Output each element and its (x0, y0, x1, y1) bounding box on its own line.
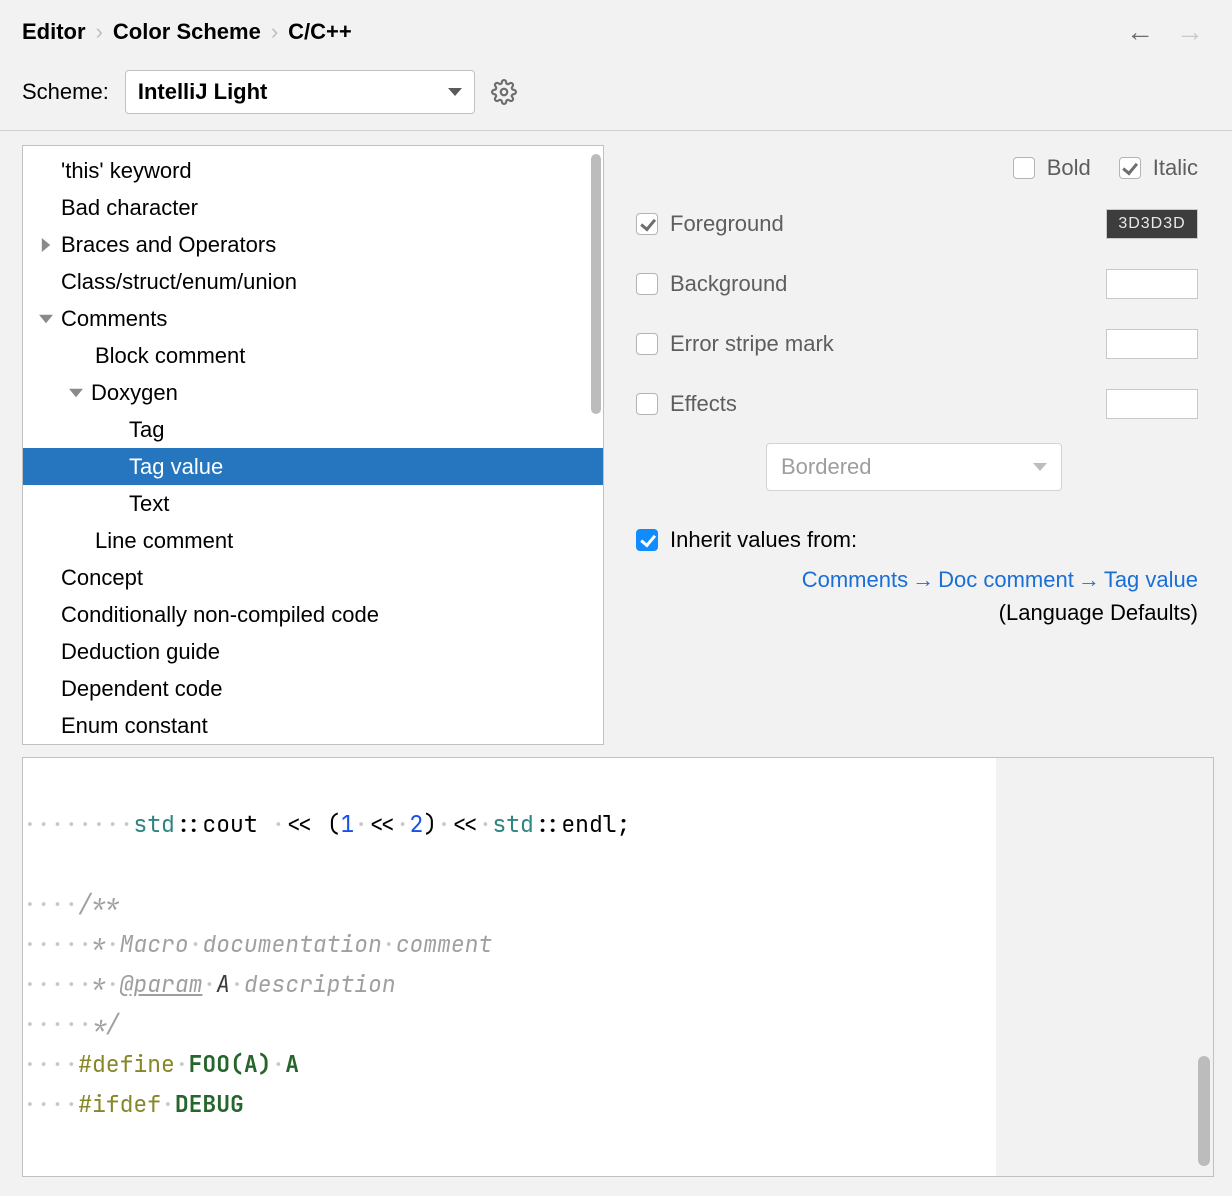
scheme-value: IntelliJ Light (138, 79, 268, 105)
tree-item-doxygen[interactable]: Doxygen (23, 374, 603, 411)
scheme-row: Scheme: IntelliJ Light (0, 56, 1232, 131)
scheme-label: Scheme: (22, 79, 109, 105)
error-stripe-swatch[interactable] (1106, 329, 1198, 359)
inherit-link-comments[interactable]: Comments (802, 567, 908, 592)
chevron-down-icon (31, 312, 61, 326)
error-stripe-checkbox[interactable] (636, 333, 658, 355)
effects-checkbox[interactable] (636, 393, 658, 415)
effects-label: Effects (670, 391, 737, 417)
tree-item-enum-constant[interactable]: Enum constant (23, 707, 603, 744)
chevron-down-icon (61, 386, 91, 400)
italic-label: Italic (1153, 155, 1198, 181)
tree-item-line-comment[interactable]: Line comment (23, 522, 603, 559)
tree-item-comments[interactable]: Comments (23, 300, 603, 337)
inherit-label: Inherit values from: (670, 527, 857, 553)
crumb-sep: › (96, 19, 103, 45)
bold-label: Bold (1047, 155, 1091, 181)
background-checkbox[interactable] (636, 273, 658, 295)
effects-value: Bordered (781, 454, 872, 480)
tree-item-conditional[interactable]: Conditionally non-compiled code (23, 596, 603, 633)
tree-item-text[interactable]: Text (23, 485, 603, 522)
bold-checkbox[interactable] (1013, 157, 1035, 179)
forward-arrow-icon: → (1170, 18, 1210, 46)
arrow-icon: → (1074, 567, 1104, 592)
scrollbar[interactable] (1198, 1056, 1210, 1166)
effects-select[interactable]: Bordered (766, 443, 1062, 491)
inherit-checkbox[interactable] (636, 529, 658, 551)
code-preview[interactable]: ········std::cout ·<< (1·<<·2)·<<·std::e… (22, 757, 996, 1177)
scheme-select[interactable]: IntelliJ Light (125, 70, 475, 114)
arrow-icon: → (908, 567, 938, 592)
inherit-link-tag-value[interactable]: Tag value (1104, 567, 1198, 592)
attribute-tree: 'this' keyword Bad character Braces and … (22, 145, 604, 745)
preview-gutter (996, 757, 1214, 1177)
effects-swatch[interactable] (1106, 389, 1198, 419)
gear-icon[interactable] (491, 79, 517, 105)
tree-item-deduction[interactable]: Deduction guide (23, 633, 603, 670)
back-arrow-icon[interactable]: ← (1120, 18, 1160, 46)
tree-item-class-struct[interactable]: Class/struct/enum/union (23, 263, 603, 300)
tree-item-bad-character[interactable]: Bad character (23, 189, 603, 226)
chevron-right-icon (31, 238, 61, 252)
crumb-sep: › (271, 19, 278, 45)
background-swatch[interactable] (1106, 269, 1198, 299)
inherit-link-doc-comment[interactable]: Doc comment (938, 567, 1074, 592)
scrollbar[interactable] (591, 154, 601, 414)
background-label: Background (670, 271, 787, 297)
tree-item-tag-value[interactable]: Tag value (23, 448, 603, 485)
chevron-down-icon (1033, 463, 1047, 471)
error-stripe-label: Error stripe mark (670, 331, 834, 357)
tree-item-braces[interactable]: Braces and Operators (23, 226, 603, 263)
tree-item-block-comment[interactable]: Block comment (23, 337, 603, 374)
crumb-ccpp[interactable]: C/C++ (288, 19, 352, 45)
foreground-swatch[interactable]: 3D3D3D (1106, 209, 1198, 239)
tree-item-concept[interactable]: Concept (23, 559, 603, 596)
tree-item-dependent[interactable]: Dependent code (23, 670, 603, 707)
italic-checkbox[interactable] (1119, 157, 1141, 179)
breadcrumb: Editor › Color Scheme › C/C++ ← → (0, 0, 1232, 56)
chevron-down-icon (448, 88, 462, 96)
lang-defaults-label: (Language Defaults) (999, 600, 1198, 625)
foreground-label: Foreground (670, 211, 784, 237)
tree-item-tag[interactable]: Tag (23, 411, 603, 448)
crumb-editor[interactable]: Editor (22, 19, 86, 45)
tree-item-this-keyword[interactable]: 'this' keyword (23, 152, 603, 189)
attribute-details: Bold Italic Foreground 3D3D3D Background (636, 145, 1214, 745)
crumb-color-scheme[interactable]: Color Scheme (113, 19, 261, 45)
foreground-checkbox[interactable] (636, 213, 658, 235)
